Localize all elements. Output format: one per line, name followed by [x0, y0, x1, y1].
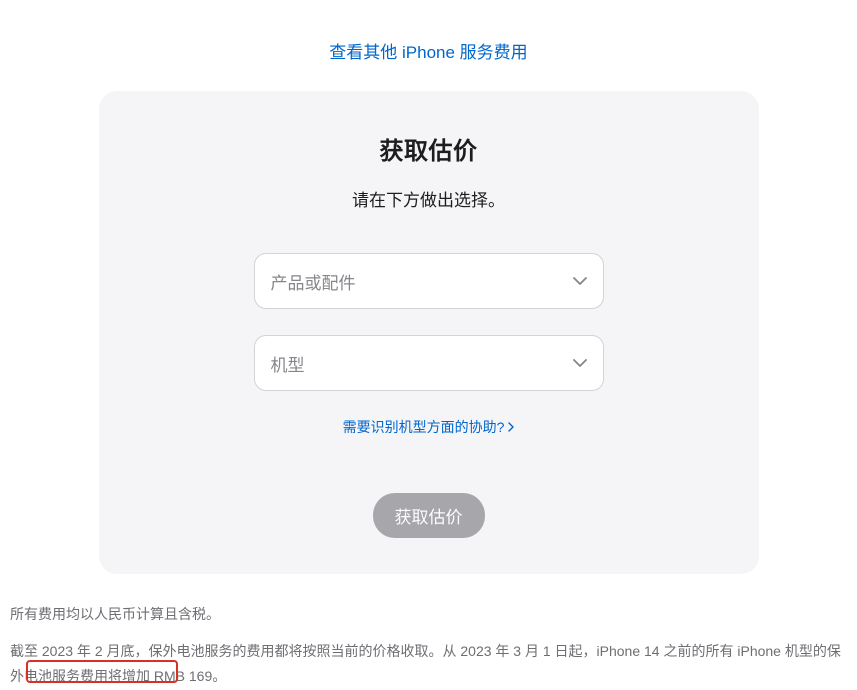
identify-model-help-link[interactable]: 需要识别机型方面的协助?: [343, 417, 515, 437]
footer-line-1: 所有费用均以人民币计算且含税。: [10, 602, 847, 627]
footer-line-2: 截至 2023 年 2 月底，保外电池服务的费用都将按照当前的价格收取。从 20…: [10, 639, 847, 689]
help-link-wrapper: 需要识别机型方面的协助?: [139, 417, 719, 437]
card-subtitle: 请在下方做出选择。: [139, 186, 719, 211]
product-select[interactable]: 产品或配件: [254, 253, 604, 309]
product-select-wrapper: 产品或配件: [254, 253, 604, 309]
estimate-card: 获取估价 请在下方做出选择。 产品或配件 机型 需要识别机型方面的协助? 获取估…: [99, 91, 759, 574]
model-select-wrapper: 机型: [254, 335, 604, 391]
footer-text: 所有费用均以人民币计算且含税。 截至 2023 年 2 月底，保外电池服务的费用…: [10, 602, 847, 690]
model-select-placeholder: 机型: [271, 351, 305, 376]
button-wrapper: 获取估价: [139, 493, 719, 538]
top-link-wrapper: 查看其他 iPhone 服务费用: [0, 0, 857, 91]
card-title: 获取估价: [139, 131, 719, 166]
help-link-text: 需要识别机型方面的协助?: [343, 417, 505, 437]
chevron-down-icon: [573, 277, 587, 285]
product-select-placeholder: 产品或配件: [271, 269, 356, 294]
get-estimate-button[interactable]: 获取估价: [373, 493, 485, 538]
chevron-down-icon: [573, 359, 587, 367]
model-select[interactable]: 机型: [254, 335, 604, 391]
other-services-link[interactable]: 查看其他 iPhone 服务费用: [329, 43, 527, 62]
chevron-right-icon: [508, 422, 514, 432]
